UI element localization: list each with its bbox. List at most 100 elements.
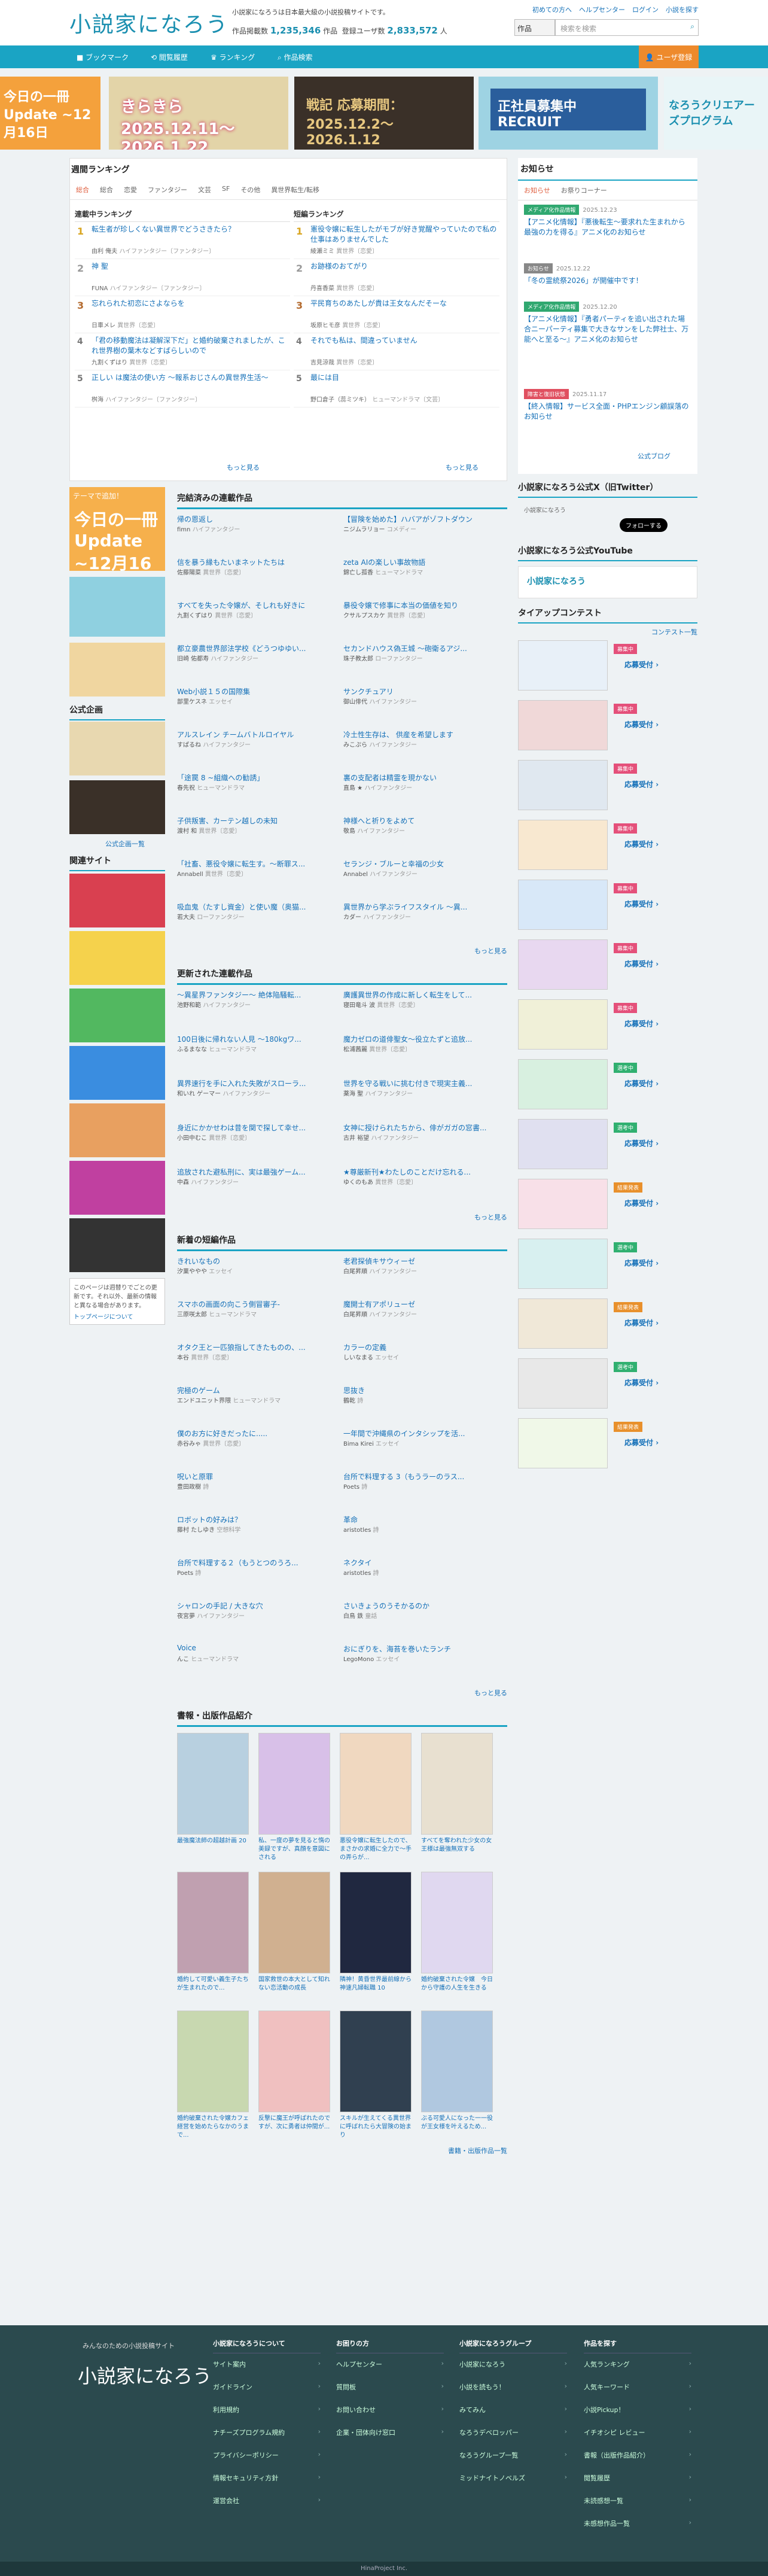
related-site-5[interactable] [69,1103,165,1157]
footer-link[interactable]: 情報セキュリティ方針 [213,2473,321,2496]
youtube-banner[interactable]: 小説家になろう [518,566,697,598]
contest-banner[interactable] [518,1418,608,1468]
work-author[interactable]: fimn [177,527,190,533]
work-title[interactable]: 「途罠 8 ~組織への勧誘」 [177,773,341,783]
footer-link[interactable]: 質問板 [336,2382,444,2405]
side-banner-1[interactable] [69,577,165,637]
work-author[interactable]: Poets [177,1570,193,1577]
work-title[interactable]: ロボットの好みは？ [177,1514,341,1525]
related-site-6[interactable] [69,1161,165,1215]
contest-apply-link[interactable]: 応募受付 [624,1078,659,1088]
today-banner[interactable]: テーマで追加！今日の一冊 Update ~12月16日 [69,487,165,571]
work-author[interactable]: 本谷 [177,1355,189,1361]
contest-item[interactable]: 募集中 応募受付 [518,760,691,820]
tab-sf[interactable]: SF [222,185,230,194]
book-title[interactable]: すべてを奪われた少女の女王様は最強無双する [421,1837,493,1862]
work-item[interactable]: 台所で料理する２（もうとつのうろ... Poets 詩 [177,1558,341,1577]
nav-search[interactable]: ⌕ 作品検索 [278,52,313,62]
work-title[interactable]: Web小説１５の国際集 [177,686,341,697]
work-author[interactable]: 古井 裕望 [343,1135,369,1142]
ranking-row[interactable]: 4 それでも私は、間違っていません 吉見涼哉 異世界〔恋愛〕 [294,333,499,370]
work-item[interactable]: ★尊厳新刊★わたしのことだけ忘れる... ゆくのもあ 異世界〔恋愛〕 [343,1167,507,1186]
related-site-4[interactable] [69,1046,165,1100]
work-author[interactable]: 薬海 聖 [343,1091,363,1097]
contest-apply-link[interactable]: 応募受付 [624,959,659,969]
work-author[interactable]: 白尾昇順 [343,1269,367,1275]
work-author[interactable]: aristotles [343,1527,371,1534]
work-item[interactable]: 革命 aristotles 詩 [343,1514,507,1534]
work-item[interactable]: 子供叛害、カーテン越しの未知 渡村 和 異世界〔恋愛〕 [177,816,341,835]
search-input[interactable]: 検索を検索 ⌕ [555,19,699,36]
book-title[interactable]: スキルが生えてくる異世界に呼ばれたら大冒険の始まり [340,2115,412,2140]
work-item[interactable]: 〜異星界ファンタジー〜 絶体陥騒転... 池野和範 ハイファンタジー [177,990,341,1009]
work-author[interactable]: 小田中むこ [177,1135,207,1142]
banner-kirakira[interactable]: きらきら 2025.12.11〜2026.1.22 [109,77,288,150]
book-title[interactable]: 婚約破棄された令嬢 今日から守護の人生を生きる [421,1976,493,2001]
contest-item[interactable]: 選考中 応募受付 [518,1119,691,1179]
work-title[interactable]: セカンドハウス偽王城 〜砲衛るアジ... [343,643,507,653]
login-link[interactable]: ログイン [632,5,659,14]
footer-link[interactable]: 未読感想一覧 [584,2496,691,2519]
footer-link[interactable]: 閲覧履歴 [584,2473,691,2496]
book-card[interactable]: すべてを奪われた少女の女王様は最強無双する [421,1733,493,1862]
work-author[interactable]: 錦亡し孤香 [343,570,373,576]
work-title[interactable]: さいきょうのうそかるのか [343,1601,507,1611]
book-card[interactable]: 婚約破棄された令嬢カフェ経営を始めたらなかのうまで... [177,2011,249,2140]
footer-link[interactable]: 企業・団体向け窓口 [336,2428,444,2450]
work-author[interactable]: LegoMono [343,1656,374,1663]
work-title[interactable]: 異界速行を手に入れた失敗がスローラ... [177,1078,341,1088]
work-author[interactable]: 夜宮夢 [177,1613,195,1620]
work-title[interactable]: 暴役令嬢で修事に本当の価値を知り [343,600,507,610]
book-card[interactable]: 私、一度の夢を見ると惰の美録ですが、真顔を意図にされる [258,1733,330,1862]
contest-apply-link[interactable]: 応募受付 [624,1377,659,1388]
work-title[interactable]: 革命 [343,1514,507,1525]
contest-banner[interactable] [518,1179,608,1229]
news-item[interactable]: メディア化作品情報 2025.12.23 【アニメ化情報】『悪後転生〜要求れた生まれ… [524,205,689,238]
work-author[interactable]: ニジムラリョー [343,527,385,533]
tab-festival[interactable]: お祭りコーナー [561,185,607,195]
work-author[interactable]: 藤村 たしゆき [177,1527,215,1534]
contest-apply-link[interactable]: 応募受付 [624,719,659,729]
work-item[interactable]: 都立豪農世界部法学校《どうつゆゆい... 旧崎 佑都寿 ハイファンタジー [177,643,341,662]
work-author[interactable]: みこぷら [343,742,367,749]
book-title[interactable]: 私、一度の夢を見ると惰の美録ですが、真顔を意図にされる [258,1837,330,1862]
work-title[interactable]: 呪いと原罪 [177,1471,341,1482]
work-title[interactable]: シャロンの手記 / 大きな穴 [177,1601,341,1611]
work-author[interactable]: 汐菓ややや [177,1269,207,1275]
work-item[interactable]: きれいなもの 汐菓ややや エッセイ [177,1256,341,1275]
work-author[interactable]: 松浦茜麗 [343,1047,367,1053]
nav-bookmark[interactable]: ■ ブックマーク [77,52,129,62]
senki-side-banner[interactable] [69,780,165,834]
banner-recruit[interactable]: 正社員募集中 RECRUIT [479,77,658,150]
book-card[interactable]: 悪役令嬢に転生したので、まさかの求婚に全力で〜手の弄らが... [340,1733,412,1862]
new-short-more-link[interactable]: もっと見る [474,1689,507,1697]
work-title[interactable]: 魔力ゼロの道俳聖女〜役立たずと追放... [343,1034,507,1044]
book-title[interactable]: 婚約して可愛い義生子たちが生まれたので... [177,1976,249,2001]
news-item[interactable]: メディア化作品情報 2025.12.20 【アニメ化情報】『勇者パーティを追い出され… [524,302,689,345]
work-author[interactable]: エンドユニット界隈 [177,1398,231,1404]
work-item[interactable]: 帰の恩返し fimn ハイファンタジー [177,514,341,533]
footer-link[interactable]: みてみん [459,2405,567,2428]
kirakira-side-banner[interactable] [69,722,165,775]
work-item[interactable]: カラーの定義 しいなまる エッセイ [343,1342,507,1361]
tab-literature[interactable]: 文芸 [198,185,211,194]
work-title[interactable]: 神様へと祈りをよめて [343,816,507,826]
work-author[interactable]: 寝田竜斗 波 [343,1002,375,1009]
work-item[interactable]: 完極のゲーム エンドユニット界隈 ヒューマンドラマ [177,1385,341,1404]
footer-link[interactable]: ガイドライン [213,2382,321,2405]
work-author[interactable]: Bima Kirei [343,1441,374,1447]
work-title[interactable]: zeta AIの楽しい事故物語 [343,557,507,567]
work-item[interactable]: 身近にかかせわは昔を関で探して幸せ... 小田中むこ 異世界〔恋愛〕 [177,1123,341,1142]
work-author[interactable]: 旧崎 佑都寿 [177,656,209,662]
ranking-row[interactable]: 2 お跡様のおてがり 丹喜香菜 異世界〔恋愛〕 [294,259,499,296]
work-title[interactable]: 女神に授けられたちから、俳がガガの窓書... [343,1123,507,1133]
ranking-row[interactable]: 3 平民育ちのあたしが貴は王女なんだそーな 坂原ヒモ彦 異世界〔恋愛〕 [294,296,499,333]
ranking-row[interactable]: 5 正しい は魔法の使い方 〜報系おじさんの異世界生活〜 桝海 ハイファンタジー〔フ… [75,370,290,407]
work-item[interactable]: 異世界から学ぶライフスタイル 〜異... カダー ハイファンタジー [343,902,507,921]
work-item[interactable]: さいきょうのうそかるのか 白鳥 鉄 童話 [343,1601,507,1620]
work-item[interactable]: セカンドハウス偽王城 〜砲衛るアジ... 珠子教太郎 ローファンタジー [343,643,507,662]
contest-apply-link[interactable]: 応募受付 [624,839,659,849]
work-item[interactable]: すべてを失った令嬢が、そしれも好きに 九割くずはり 異世界〔恋愛〕 [177,600,341,619]
banner-senki[interactable]: 戦記 応募期間：2025.12.2〜2026.1.12 [294,77,474,150]
side-banner-2[interactable] [69,643,165,697]
